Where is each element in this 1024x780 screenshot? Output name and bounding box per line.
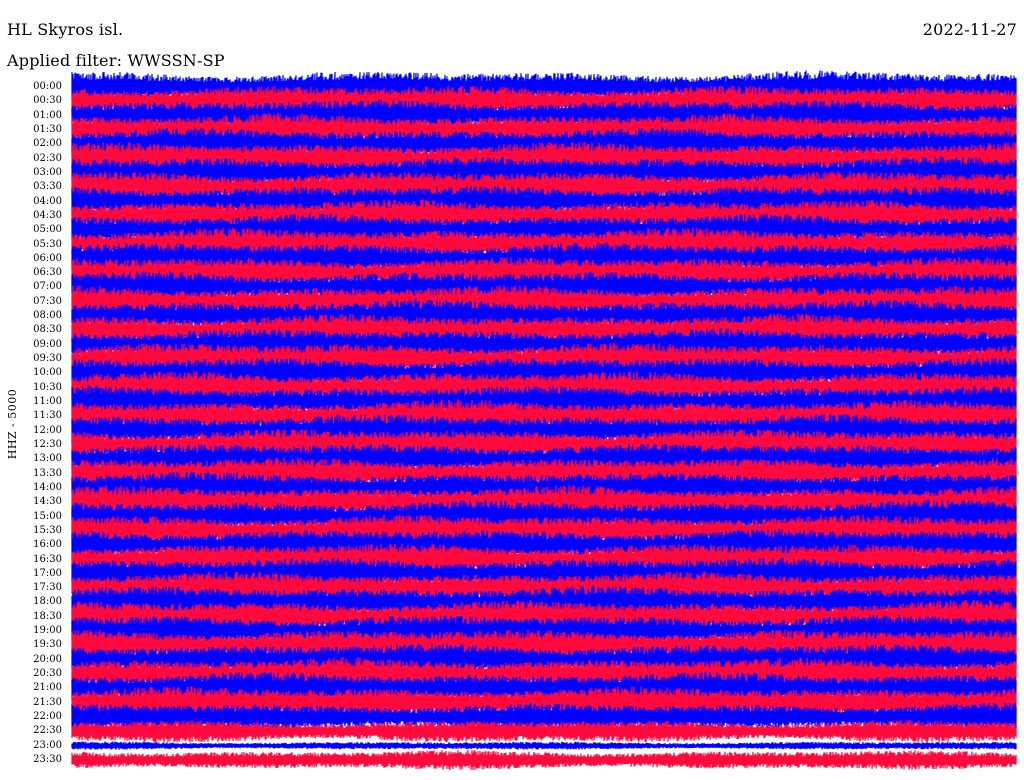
- trace-row: [71, 749, 1017, 771]
- trace-row: [71, 720, 1017, 743]
- helicorder-plot: [71, 70, 1017, 771]
- trace-row: [71, 741, 1017, 750]
